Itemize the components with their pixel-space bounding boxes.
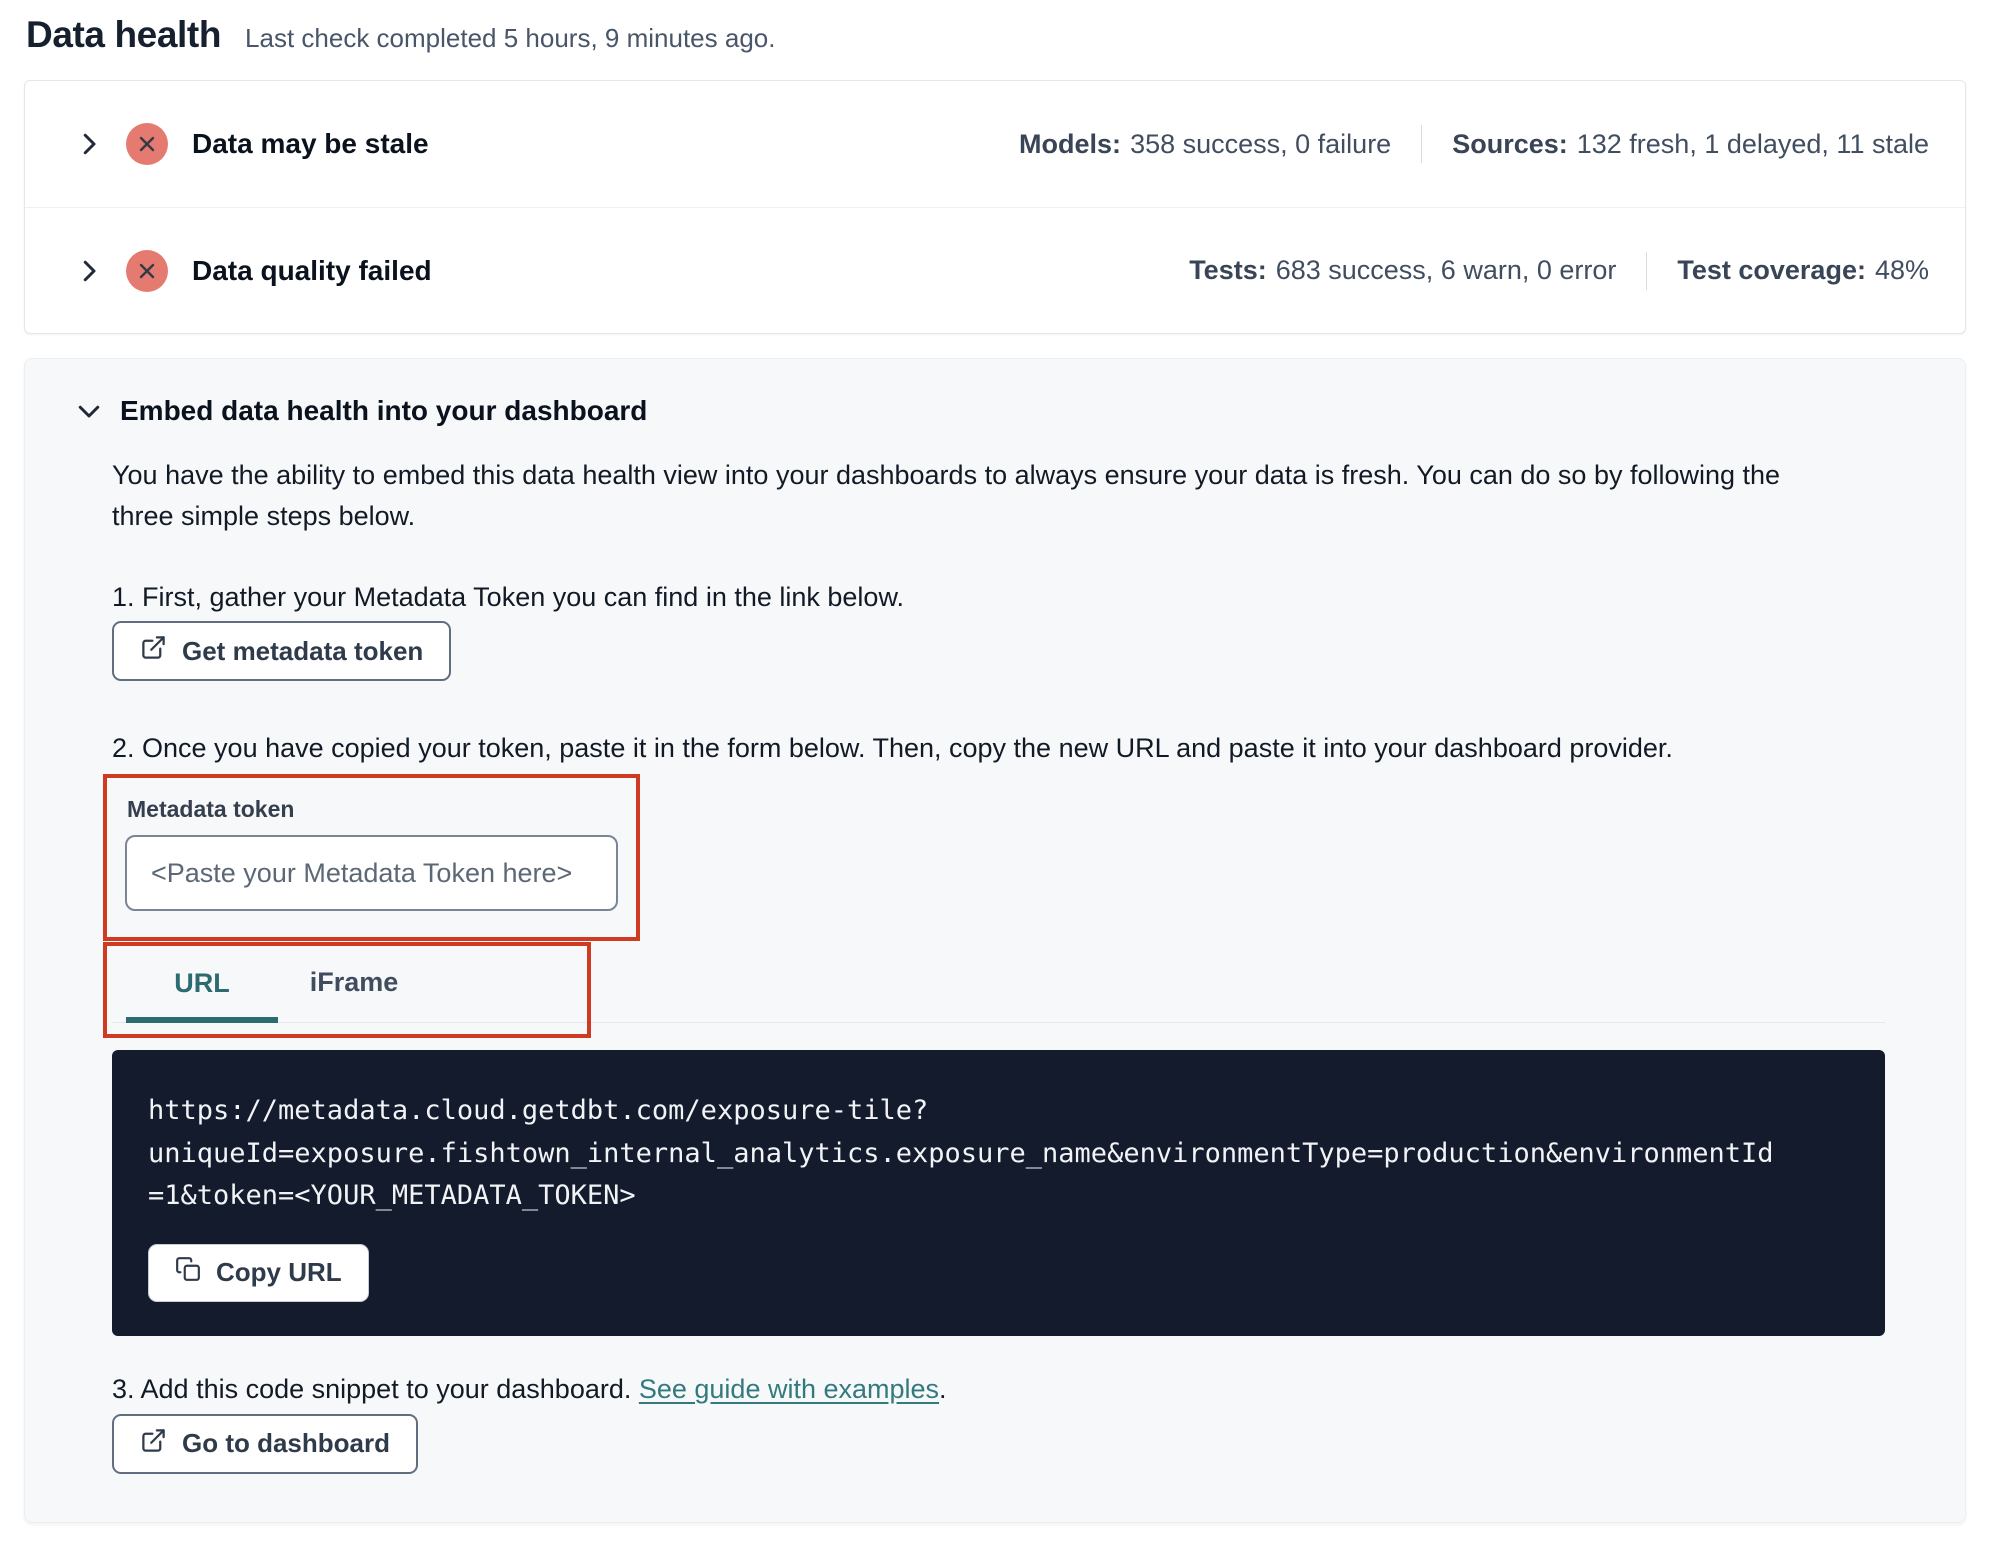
- guide-examples-link[interactable]: See guide with examples: [639, 1374, 939, 1404]
- models-stat: Models: 358 success, 0 failure: [1019, 128, 1392, 159]
- embed-url-line: uniqueId=exposure.fishtown_internal_anal…: [148, 1137, 1774, 1169]
- embed-section-header[interactable]: Embed data health into your dashboard: [74, 395, 1885, 427]
- step-3-suffix: .: [939, 1373, 947, 1404]
- status-row-stats: Tests: 683 success, 6 warn, 0 error Test …: [1189, 251, 1929, 290]
- last-check-status: Last check completed 5 hours, 9 minutes …: [245, 23, 776, 53]
- chevron-right-icon[interactable]: [74, 256, 104, 286]
- embed-section-title: Embed data health into your dashboard: [120, 395, 648, 426]
- test-coverage-stat: Test coverage: 48%: [1677, 255, 1929, 285]
- embed-description: You have the ability to embed this data …: [112, 460, 1781, 531]
- step-2-text: 2. Once you have copied your token, past…: [112, 733, 1673, 763]
- sources-stat: Sources: 132 fresh, 1 delayed, 11 stale: [1452, 128, 1929, 159]
- error-x-icon: [126, 249, 168, 292]
- step-3-text: 3. Add this code snippet to your dashboa…: [112, 1374, 1885, 1405]
- embed-url-line: =1&token=<YOUR_METADATA_TOKEN>: [148, 1180, 636, 1212]
- status-row-stats: Models: 358 success, 0 failure Sources: 13…: [1019, 125, 1929, 163]
- error-x-icon: [126, 123, 168, 165]
- external-link-icon: [140, 1427, 167, 1461]
- go-to-dashboard-button[interactable]: Go to dashboard: [112, 1413, 418, 1474]
- copy-url-label: Copy URL: [216, 1257, 342, 1288]
- stat-divider: [1646, 251, 1648, 290]
- status-row-data-stale[interactable]: Data may be stale Models: 358 success, 0 …: [25, 81, 1965, 207]
- get-metadata-token-button[interactable]: Get metadata token: [112, 621, 452, 681]
- get-metadata-token-label: Get metadata token: [182, 635, 424, 666]
- status-row-left: Data may be stale: [74, 123, 429, 165]
- external-link-icon: [140, 634, 167, 668]
- output-format-tab-bar: URL iFrame: [103, 942, 1885, 1038]
- status-card: Data may be stale Models: 358 success, 0 …: [24, 80, 1966, 334]
- stat-divider: [1421, 125, 1423, 163]
- page-header: Data health Last check completed 5 hours…: [24, 14, 1966, 56]
- embed-section: Embed data health into your dashboard Yo…: [24, 358, 1966, 1523]
- status-row-title: Data quality failed: [192, 254, 432, 286]
- copy-icon: [175, 1256, 201, 1289]
- step-3-prefix: 3. Add this code snippet to your dashboa…: [112, 1373, 639, 1404]
- chevron-down-icon[interactable]: [74, 396, 104, 426]
- tab-url[interactable]: URL: [126, 950, 278, 1023]
- metadata-token-label: Metadata token: [127, 796, 295, 822]
- status-row-data-quality[interactable]: Data quality failed Tests: 683 success, 6…: [25, 207, 1965, 333]
- go-to-dashboard-label: Go to dashboard: [182, 1428, 390, 1459]
- data-health-page: Data health Last check completed 5 hours…: [0, 0, 1990, 1523]
- tab-iframe[interactable]: iFrame: [278, 949, 430, 1022]
- status-row-title: Data may be stale: [192, 128, 429, 159]
- page-title: Data health: [26, 14, 222, 55]
- status-row-left: Data quality failed: [74, 249, 432, 292]
- embed-url-code-block: https://metadata.cloud.getdbt.com/exposu…: [112, 1050, 1885, 1336]
- metadata-token-input[interactable]: [125, 835, 618, 911]
- chevron-right-icon[interactable]: [74, 129, 104, 159]
- token-form-annotation-box: Metadata token: [103, 774, 640, 941]
- copy-url-button[interactable]: Copy URL: [148, 1243, 369, 1302]
- step-1-text: 1. First, gather your Metadata Token you…: [112, 582, 904, 612]
- tests-stat: Tests: 683 success, 6 warn, 0 error: [1189, 255, 1617, 285]
- embed-url-line: https://metadata.cloud.getdbt.com/exposu…: [148, 1095, 929, 1126]
